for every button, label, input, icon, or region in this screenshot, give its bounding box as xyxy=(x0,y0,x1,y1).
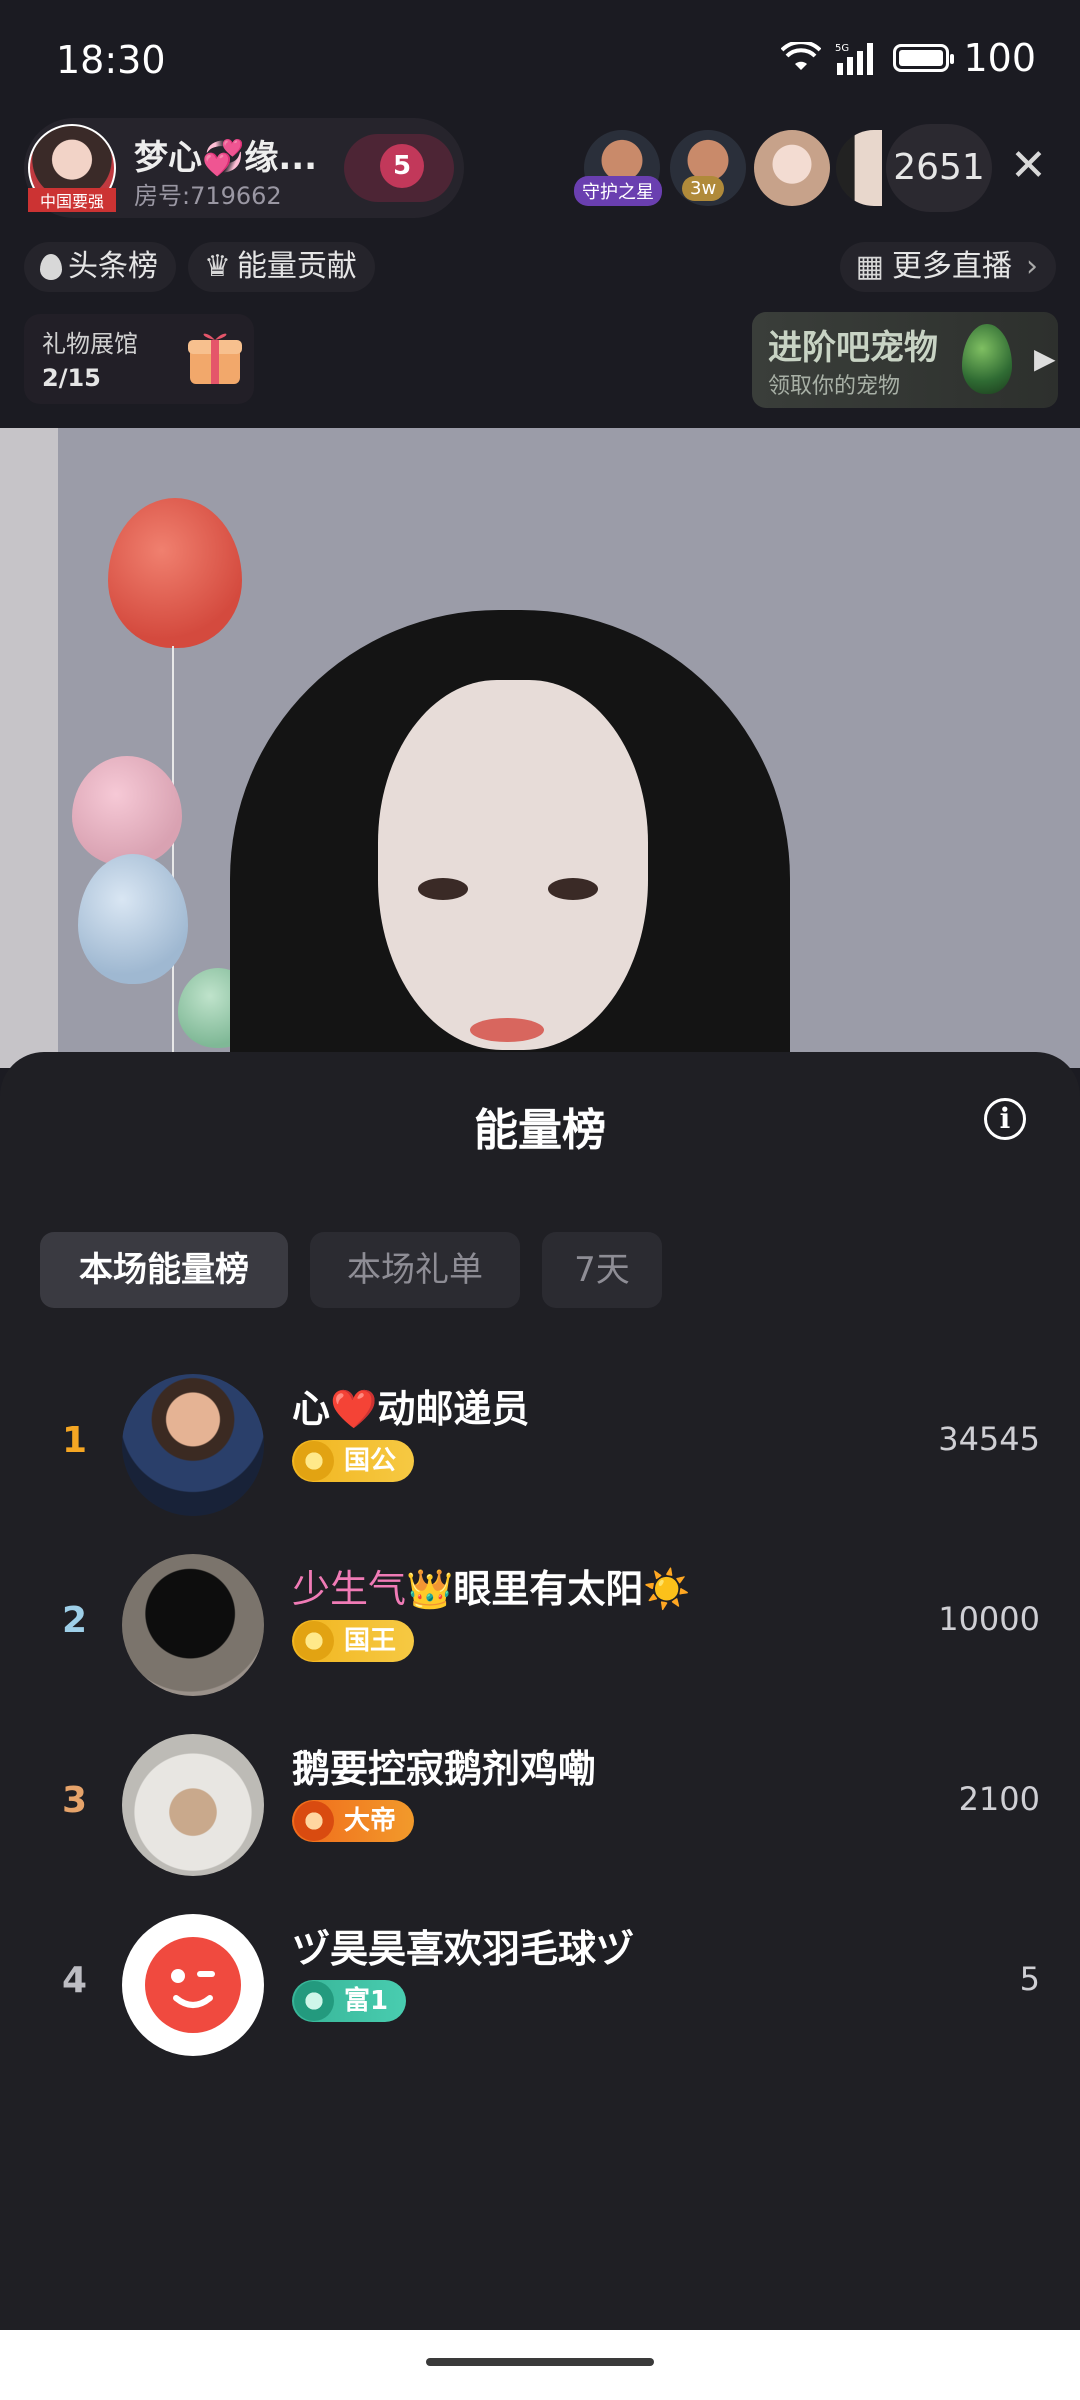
tab-session-gifts[interactable]: 本场礼单 xyxy=(310,1232,520,1308)
chevron-right-icon: › xyxy=(1026,249,1038,284)
home-indicator[interactable] xyxy=(426,2358,654,2366)
gift-hall-label: 礼物展馆 xyxy=(42,330,138,358)
energy-contribution-label: 能量贡献 xyxy=(236,249,357,284)
level-badge-icon xyxy=(294,1441,334,1481)
flame-icon xyxy=(40,254,62,280)
user-name-main: 眼里有太阳☀️ xyxy=(453,1567,691,1611)
balloon-string xyxy=(172,646,174,1066)
wall xyxy=(0,428,58,1068)
level-badge-label: 大帝 xyxy=(344,1806,397,1836)
battery-icon xyxy=(893,44,955,72)
level-badge: 富1 xyxy=(292,1980,407,2022)
streamer-eye xyxy=(548,878,598,900)
fan-club-badge[interactable]: 5 xyxy=(344,134,454,202)
rank-number: 1 xyxy=(62,1420,88,1461)
rank-row[interactable]: 4 ヅ昊昊喜欢羽毛球ヅ 富1 5 xyxy=(0,1908,1080,2058)
energy-score: 10000 xyxy=(938,1600,1040,1638)
gift-icon xyxy=(188,333,242,384)
play-arrow-icon: ▶ xyxy=(1034,342,1056,375)
streamer-eye xyxy=(418,878,468,900)
status-icons: 5G 100 xyxy=(781,36,1036,80)
tab-session-energy[interactable]: 本场能量榜 xyxy=(40,1232,288,1308)
streamer-face xyxy=(378,680,648,1050)
energy-score: 2100 xyxy=(958,1780,1040,1818)
wifi-icon xyxy=(781,42,822,70)
user-name: ヅ昊昊喜欢羽毛球ヅ xyxy=(292,1927,635,1971)
streamer-lips xyxy=(470,1018,544,1042)
level-badge-icon xyxy=(294,1981,334,2021)
tab-7-days[interactable]: 7天 xyxy=(542,1232,662,1308)
level-badge-label: 国王 xyxy=(344,1626,397,1656)
level-badge-icon xyxy=(294,1621,334,1661)
avatar[interactable] xyxy=(122,1374,264,1516)
crown-icon: ♛ xyxy=(204,249,231,284)
pet-banner-title: 进阶吧宠物 xyxy=(768,328,938,368)
headline-rank-chip[interactable]: 头条榜 xyxy=(24,242,176,292)
room-id: 房号:719662 xyxy=(134,182,282,210)
more-live-label: 更多直播 xyxy=(892,249,1012,284)
user-name: 少生气👑眼里有太阳☀️ xyxy=(292,1558,691,1613)
gift-hall-count: 2/15 xyxy=(42,364,101,392)
rank-number: 2 xyxy=(62,1600,88,1641)
default-avatar-icon xyxy=(145,1937,241,2033)
guardian-tag: 守护之星 xyxy=(574,176,662,206)
close-icon[interactable]: ✕ xyxy=(1010,144,1047,188)
egg-icon xyxy=(962,324,1012,394)
balloon xyxy=(78,854,188,984)
balloon xyxy=(108,498,242,648)
energy-contribution-chip[interactable]: ♛ 能量贡献 xyxy=(188,242,375,292)
host-name: 梦心💞缘... xyxy=(134,138,318,178)
info-icon[interactable]: i xyxy=(984,1098,1026,1140)
viewer-avatar[interactable] xyxy=(754,130,830,206)
viewer-tag: 3w xyxy=(682,176,725,201)
rank-row[interactable]: 3 鹅要控寂鹅剂鸡嘞 大帝 2100 xyxy=(0,1728,1080,1878)
viewer-avatar[interactable] xyxy=(836,130,882,206)
rank-number: 4 xyxy=(62,1960,88,2001)
level-badge-icon xyxy=(294,1801,334,1841)
level-badge: 国公 xyxy=(292,1440,415,1482)
host-info[interactable]: 中国要强 梦心💞缘... 房号:719662 5 xyxy=(24,118,464,218)
heart-level: 5 xyxy=(380,144,424,188)
rank-number: 3 xyxy=(62,1780,88,1821)
gift-hall[interactable]: 礼物展馆 2/15 xyxy=(24,314,254,404)
sheet-title: 能量榜 xyxy=(474,1105,606,1156)
signal-icon: 5G xyxy=(835,43,874,75)
battery-level: 100 xyxy=(963,36,1036,80)
level-badge-label: 国公 xyxy=(344,1446,397,1476)
energy-rank-sheet: 能量榜 i 本场能量榜 本场礼单 7天 1 心❤️动邮递员 国公 34545 2… xyxy=(0,1052,1080,2332)
energy-score: 34545 xyxy=(938,1420,1040,1458)
svg-text:5G: 5G xyxy=(835,43,849,54)
level-badge: 国王 xyxy=(292,1620,415,1662)
headline-rank-label: 头条榜 xyxy=(68,249,158,284)
user-name-prefix: 少生气 xyxy=(292,1567,407,1611)
user-name: 鹅要控寂鹅剂鸡嘞 xyxy=(292,1747,597,1791)
avatar[interactable] xyxy=(122,1554,264,1696)
rank-row[interactable]: 1 心❤️动邮递员 国公 34545 xyxy=(0,1368,1080,1518)
pet-banner[interactable]: 进阶吧宠物 领取你的宠物 ▶ xyxy=(752,312,1058,408)
viewer-count[interactable]: 2651 xyxy=(886,124,992,212)
rank-row[interactable]: 2 少生气👑眼里有太阳☀️ 国王 10000 xyxy=(0,1548,1080,1698)
avatar[interactable] xyxy=(122,1734,264,1876)
level-badge-label: 富1 xyxy=(344,1986,389,2016)
live-video[interactable] xyxy=(0,428,1080,1068)
crown-icon: 👑 xyxy=(406,1567,454,1611)
pet-banner-subtitle: 领取你的宠物 xyxy=(768,374,901,399)
status-time: 18:30 xyxy=(56,38,166,82)
grid-icon: ▦ xyxy=(855,249,884,284)
energy-score: 5 xyxy=(1019,1960,1040,1998)
status-bar: 18:30 5G 100 xyxy=(0,0,1080,120)
level-badge: 大帝 xyxy=(292,1800,415,1842)
host-avatar-tag: 中国要强 xyxy=(28,188,116,212)
user-name: 心❤️动邮递员 xyxy=(292,1387,530,1431)
more-live-button[interactable]: ▦ 更多直播 › xyxy=(839,242,1056,292)
balloon xyxy=(72,756,182,866)
avatar[interactable] xyxy=(122,1914,264,2056)
